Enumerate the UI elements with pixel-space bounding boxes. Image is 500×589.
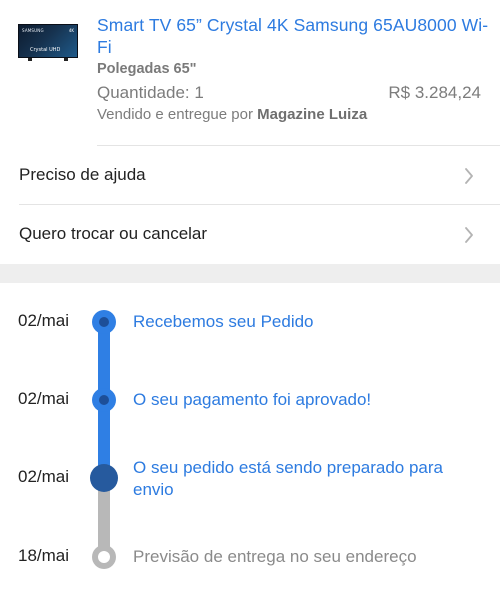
chevron-right-icon xyxy=(465,168,473,184)
timeline-dot-current xyxy=(90,464,118,492)
timeline-date: 18/mai xyxy=(18,546,70,565)
exchange-cancel-label: Quero trocar ou cancelar xyxy=(19,224,208,243)
section-separator xyxy=(0,264,500,283)
timeline-step-text: O seu pagamento foi aprovado! xyxy=(133,390,372,409)
thumbnail-brand: SAMSUNG xyxy=(22,28,44,33)
product-size: Polegadas 65" xyxy=(97,61,197,77)
timeline-step-text: Recebemos seu Pedido xyxy=(133,312,314,331)
product-seller: Vendido e entregue por Magazine Luiza xyxy=(97,106,367,123)
thumbnail-tagline: Crystal UHD xyxy=(30,47,61,53)
tv-stand-left xyxy=(28,58,32,61)
help-row[interactable]: Preciso de ajuda xyxy=(0,146,500,204)
product-quantity: Quantidade: 1 xyxy=(97,83,204,102)
product-thumbnail[interactable]: SAMSUNG 4K Crystal UHD xyxy=(18,24,78,62)
product-price: R$ 3.284,24 xyxy=(388,83,481,102)
thumbnail-badge: 4K xyxy=(68,28,74,33)
timeline-dot-pending xyxy=(92,545,116,569)
tv-stand-right xyxy=(64,58,68,61)
seller-prefix: Vendido e entregue por xyxy=(97,106,253,123)
help-label: Preciso de ajuda xyxy=(19,165,146,184)
timeline-step-text: O seu pedido está sendo preparado para e… xyxy=(133,458,444,499)
timeline-date: 02/mai xyxy=(18,467,70,486)
product-title[interactable]: Smart TV 65” Crystal 4K Samsung 65AU8000… xyxy=(97,14,492,58)
chevron-right-icon xyxy=(465,227,473,243)
timeline-date: 02/mai xyxy=(18,311,70,330)
timeline-date: 02/mai xyxy=(18,389,70,408)
exchange-cancel-row[interactable]: Quero trocar ou cancelar xyxy=(0,205,500,263)
timeline-dot-done xyxy=(92,310,116,334)
product-card[interactable]: SAMSUNG 4K Crystal UHD Smart TV 65” Crys… xyxy=(0,0,500,145)
timeline-dot-done xyxy=(92,388,116,412)
seller-name: Magazine Luiza xyxy=(257,106,368,123)
timeline-step-text: Previsão de entrega no seu endereço xyxy=(133,547,417,566)
